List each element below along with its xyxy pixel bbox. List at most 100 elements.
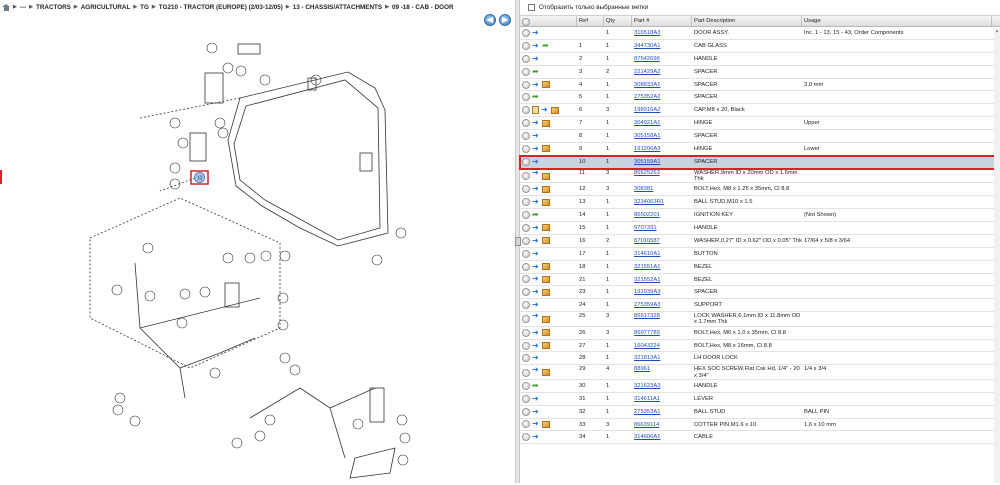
arrow-icon[interactable] xyxy=(532,340,540,352)
select-row-icon[interactable] xyxy=(522,262,530,271)
row-part-number[interactable]: 86517328 xyxy=(632,312,692,326)
table-row[interactable]: 30 1 321623A3 HANDLE xyxy=(520,380,1000,393)
part-number-link[interactable]: 275353A1 xyxy=(634,409,660,415)
row-part-number[interactable]: 198916A2 xyxy=(632,104,692,116)
select-row-icon[interactable] xyxy=(522,106,530,115)
part-number-link[interactable]: 86977789 xyxy=(634,330,660,336)
arrow-icon[interactable] xyxy=(532,53,540,65)
arrow-icon[interactable] xyxy=(532,431,540,443)
part-number-link[interactable]: 86517328 xyxy=(634,313,660,319)
part-number-link[interactable]: 275352A2 xyxy=(634,94,660,100)
row-part-number[interactable]: 314611A1 xyxy=(632,393,692,405)
substitute-icon[interactable] xyxy=(532,209,540,221)
select-row-icon[interactable] xyxy=(522,381,530,390)
header-ref[interactable]: Ref xyxy=(577,16,604,26)
select-row-icon[interactable] xyxy=(522,354,530,363)
row-part-number[interactable]: 321551A1 xyxy=(632,261,692,273)
part-number-link[interactable]: 86502201 xyxy=(634,212,660,218)
part-number-link[interactable]: 87542696 xyxy=(634,56,660,62)
table-row[interactable]: 13 1 3234063R1 BALL STUD,M10 x 1.5 xyxy=(520,196,1000,210)
table-row[interactable]: 10 1 305159A1 SPACER xyxy=(519,154,1000,170)
breadcrumb-item[interactable]: TG210 - TRACTOR (EUROPE) (2/03-12/05) xyxy=(159,4,283,11)
arrow-icon[interactable] xyxy=(532,117,540,129)
arrow-icon[interactable] xyxy=(541,104,549,116)
table-row[interactable]: 27 1 16043224 BOLT,Hex, M8 x 16mm, Cl 8.8 xyxy=(520,340,1000,353)
arrow-icon[interactable] xyxy=(532,222,540,234)
select-row-icon[interactable] xyxy=(522,328,530,337)
breadcrumb-item[interactable]: 13 - CHASSIS/ATTACHMENTS xyxy=(293,4,382,11)
header-qty[interactable]: Qty xyxy=(604,16,632,26)
table-row[interactable]: 1 1 344730A1 CAB GLASS xyxy=(520,40,1000,53)
parts-diagram[interactable]: 10 xyxy=(0,28,515,483)
part-number-link[interactable]: 3234063R1 xyxy=(634,199,664,205)
part-number-link[interactable]: 308833A1 xyxy=(634,82,660,88)
select-row-icon[interactable] xyxy=(522,223,530,232)
table-row[interactable]: 16 2 87016587 WASHER,0.27" ID x 0.62" OD x … xyxy=(520,235,1000,248)
select-row-icon[interactable] xyxy=(522,119,530,128)
select-row-icon[interactable] xyxy=(522,433,530,442)
header-description[interactable]: Part Description xyxy=(692,16,802,26)
row-part-number[interactable]: 191206A3 xyxy=(632,143,692,155)
row-part-number[interactable]: 275353A1 xyxy=(632,406,692,418)
row-part-number[interactable]: 304921A1 xyxy=(632,117,692,129)
header-part[interactable]: Part # xyxy=(632,16,692,26)
table-row[interactable]: 14 1 86502201 IGNITION KEY (Not Shown) xyxy=(520,209,1000,222)
part-number-link[interactable]: 321813A1 xyxy=(634,355,660,361)
breadcrumb-item[interactable]: TG xyxy=(140,4,149,11)
select-row-icon[interactable] xyxy=(522,341,530,350)
part-number-link[interactable]: 9707331 xyxy=(634,225,657,231)
arrow-icon[interactable] xyxy=(532,393,540,405)
arrow-icon[interactable] xyxy=(532,313,540,323)
select-row-icon[interactable] xyxy=(522,420,530,429)
select-row-icon[interactable] xyxy=(522,54,530,63)
arrow-icon[interactable] xyxy=(532,419,540,431)
part-number-link[interactable]: 305159A1 xyxy=(634,159,660,165)
arrow-icon[interactable] xyxy=(532,170,540,180)
part-number-link[interactable]: 88961 xyxy=(634,366,650,372)
select-row-icon[interactable] xyxy=(522,67,530,76)
table-row[interactable]: 34 1 314606A1 CABLE xyxy=(520,431,1000,445)
part-number-link[interactable]: 314611A1 xyxy=(634,396,660,402)
substitute-icon[interactable] xyxy=(542,40,550,52)
select-all-icon[interactable] xyxy=(522,17,530,26)
row-part-number[interactable]: 316518A3 xyxy=(632,27,692,39)
row-part-number[interactable]: 321813A1 xyxy=(632,352,692,364)
part-number-link[interactable]: 87016587 xyxy=(634,238,660,244)
arrow-icon[interactable] xyxy=(532,40,540,52)
table-row[interactable]: 8 1 305158A1 SPACER xyxy=(520,130,1000,144)
part-number-link[interactable]: 314606A1 xyxy=(634,434,660,440)
part-number-link[interactable]: 16043224 xyxy=(634,343,660,349)
part-number-link[interactable]: 308381 xyxy=(634,186,653,192)
arrow-icon[interactable] xyxy=(532,27,540,39)
row-part-number[interactable]: 275352A2 xyxy=(632,91,692,103)
arrow-icon[interactable] xyxy=(532,79,540,91)
scroll-up-icon[interactable]: ▲ xyxy=(994,28,1000,34)
table-row[interactable]: 6 3 198916A2 CAP,M8 x 20, Black xyxy=(520,104,1000,118)
table-row[interactable]: 32 1 275353A1 BALL STUD BALL PIN xyxy=(520,406,1000,419)
part-number-link[interactable]: 321552A1 xyxy=(634,277,660,283)
row-part-number[interactable]: 86977789 xyxy=(632,327,692,339)
substitute-icon[interactable] xyxy=(532,91,540,103)
table-row[interactable]: 17 1 314610A1 BUTTON xyxy=(520,248,1000,261)
select-row-icon[interactable] xyxy=(522,80,530,89)
select-row-icon[interactable] xyxy=(522,211,530,220)
row-part-number[interactable]: 87016587 xyxy=(632,235,692,247)
part-number-link[interactable]: 314610A1 xyxy=(634,251,660,257)
table-row[interactable]: 1 316518A3 DOOR ASSY. Inc. 1 - 13, 15 - 43,… xyxy=(520,27,1000,40)
table-row[interactable]: 15 1 9707331 HANDLE xyxy=(520,222,1000,235)
part-number-link[interactable]: 191206A3 xyxy=(634,146,660,152)
table-row[interactable]: 24 1 275359A3 SUPPORT xyxy=(520,299,1000,313)
select-row-icon[interactable] xyxy=(522,28,530,37)
row-part-number[interactable]: 86625263 xyxy=(632,169,692,183)
select-row-icon[interactable] xyxy=(522,132,530,141)
part-number-link[interactable]: 275359A3 xyxy=(634,302,660,308)
table-row[interactable]: 3 2 221429A2 SPACER xyxy=(520,66,1000,79)
row-part-number[interactable]: 221429A2 xyxy=(632,66,692,78)
select-row-icon[interactable] xyxy=(522,249,530,258)
table-row[interactable]: 31 1 314611A1 LEVER xyxy=(520,393,1000,406)
row-part-number[interactable]: 86502201 xyxy=(632,209,692,221)
part-number-link[interactable]: 191939A3 xyxy=(634,289,660,295)
table-row[interactable]: 12 3 308381 BOLT,Hex, M8 x 1.25 x 35mm, Cl … xyxy=(520,183,1000,197)
select-row-icon[interactable] xyxy=(522,41,530,50)
table-row[interactable]: 21 1 321552A1 BEZEL xyxy=(520,274,1000,287)
